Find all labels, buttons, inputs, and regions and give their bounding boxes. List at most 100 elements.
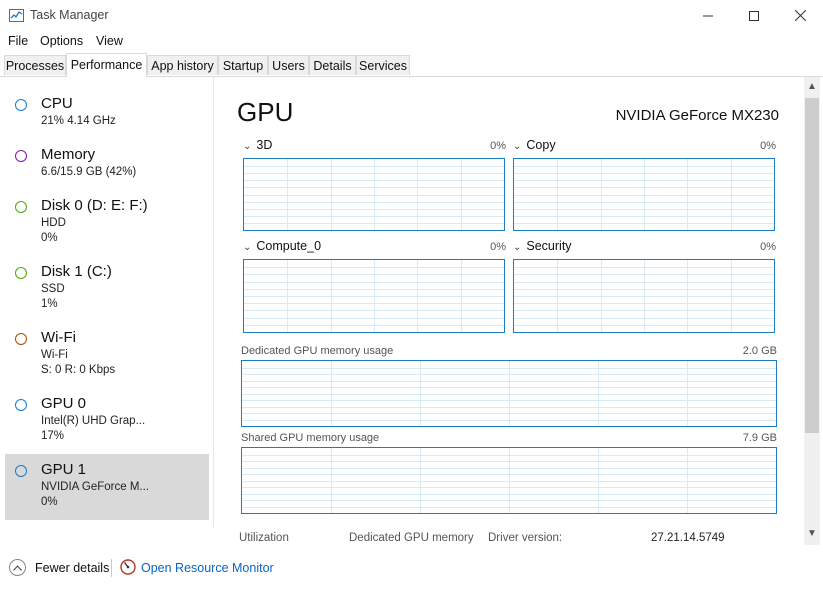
sidebar-item-title: Disk 0 (D: E: F:): [41, 197, 148, 214]
engine-label: 3D: [256, 138, 273, 152]
sidebar-item-cpu[interactable]: CPU 21% 4.14 GHz: [5, 92, 209, 132]
resource-monitor-icon[interactable]: [120, 559, 136, 575]
driver-version-label: Driver version:: [488, 532, 563, 544]
minimize-button[interactable]: [685, 0, 731, 31]
sidebar-item-detail: HDD: [41, 217, 66, 229]
sidebar-item-title: Wi-Fi: [41, 329, 76, 346]
maximize-button[interactable]: [731, 0, 777, 31]
sidebar-item-wifi[interactable]: Wi-Fi Wi-Fi S: 0 R: 0 Kbps: [5, 326, 209, 381]
menu-options[interactable]: Options: [40, 34, 83, 48]
menu-file[interactable]: File: [8, 34, 28, 48]
sidebar-item-value: 0%: [41, 496, 58, 508]
sidebar-item-title: Memory: [41, 146, 96, 163]
tab-users[interactable]: Users: [268, 55, 309, 75]
disk-indicator-icon: [15, 267, 27, 279]
footer-bar: Fewer details Open Resource Monitor: [0, 552, 823, 582]
gpu-indicator-icon: [15, 399, 27, 411]
sidebar-item-value: 17%: [41, 430, 65, 442]
disk-indicator-icon: [15, 201, 27, 213]
graph-grid: [242, 361, 776, 426]
scroll-up-arrow-icon[interactable]: ▲: [804, 81, 820, 95]
close-button[interactable]: [777, 0, 823, 31]
window-title: Task Manager: [30, 8, 109, 22]
title-bar: Task Manager: [0, 0, 823, 31]
sidebar-item-gpu-1[interactable]: GPU 1 NVIDIA GeForce M... 0%: [5, 454, 209, 520]
engine-value: 0%: [760, 241, 776, 253]
engine-label: Copy: [526, 138, 556, 152]
tab-details[interactable]: Details: [309, 55, 356, 75]
menu-bar: File Options View: [0, 31, 823, 51]
task-manager-icon: [9, 9, 24, 22]
sidebar-item-detail: Intel(R) UHD Grap...: [41, 415, 146, 427]
gpu-device-name: NVIDIA GeForce MX230: [615, 107, 779, 124]
sidebar-item-title: GPU 0: [41, 395, 87, 412]
engine-selector-3d[interactable]: ⌄ 3D: [243, 138, 272, 152]
engine-value: 0%: [490, 241, 506, 253]
graph-grid: [244, 159, 504, 230]
chevron-down-icon: ⌄: [243, 141, 252, 152]
page-title: GPU: [237, 97, 294, 127]
sidebar-item-detail: SSD: [41, 283, 65, 295]
sidebar-item-memory[interactable]: Memory 6.6/15.9 GB (42%): [5, 143, 209, 183]
shared-memory-value: 7.9 GB: [742, 432, 777, 444]
vertical-scrollbar[interactable]: ▲ ▼: [804, 77, 820, 545]
dedicated-memory-value: 2.0 GB: [742, 345, 777, 357]
sidebar-item-title: CPU: [41, 95, 73, 112]
sidebar-item-value: S: 0 R: 0 Kbps: [41, 364, 116, 376]
engine-selector-compute[interactable]: ⌄ Compute_0: [243, 239, 321, 253]
engine-graph-compute: [243, 259, 505, 333]
sidebar-item-title: Disk 1 (C:): [41, 263, 112, 280]
gpu-indicator-icon: [15, 465, 27, 477]
tab-processes[interactable]: Processes: [4, 55, 66, 75]
sidebar-item-gpu-0[interactable]: GPU 0 Intel(R) UHD Grap... 17%: [5, 392, 209, 447]
sidebar-item-detail: NVIDIA GeForce M...: [41, 481, 149, 493]
close-icon: [794, 10, 806, 21]
chevron-up-icon[interactable]: [9, 559, 26, 576]
wifi-indicator-icon: [15, 333, 27, 345]
open-resource-monitor-link[interactable]: Open Resource Monitor: [141, 561, 274, 575]
engine-selector-copy[interactable]: ⌄ Copy: [513, 138, 556, 152]
scroll-down-arrow-icon[interactable]: ▼: [804, 528, 820, 542]
shared-memory-graph: [241, 447, 777, 514]
tab-bar: Processes Performance App history Startu…: [0, 53, 823, 77]
dedicated-memory-label: Dedicated GPU memory usage: [241, 345, 394, 357]
chevron-down-icon: ⌄: [513, 242, 522, 253]
menu-view[interactable]: View: [96, 34, 123, 48]
tab-services[interactable]: Services: [356, 55, 410, 75]
sidebar-item-detail: 6.6/15.9 GB (42%): [41, 166, 137, 178]
driver-version-value: 27.21.14.5749: [651, 532, 725, 544]
dedicated-memory-stat-label: Dedicated GPU memory: [349, 532, 474, 544]
graph-grid: [242, 448, 776, 513]
sidebar-item-disk-0[interactable]: Disk 0 (D: E: F:) HDD 0%: [5, 194, 209, 249]
maximize-icon: [749, 10, 759, 21]
graph-grid: [514, 159, 774, 230]
tab-startup[interactable]: Startup: [218, 55, 268, 75]
minimize-icon: [703, 15, 713, 16]
engine-label: Security: [526, 239, 572, 253]
shared-memory-label: Shared GPU memory usage: [241, 432, 380, 444]
cpu-indicator-icon: [15, 99, 27, 111]
tab-performance[interactable]: Performance: [66, 53, 147, 77]
sidebar-item-detail: 21% 4.14 GHz: [41, 115, 116, 127]
sidebar-item-value: 1%: [41, 298, 58, 310]
chevron-down-icon: ⌄: [243, 242, 252, 253]
engine-value: 0%: [490, 140, 506, 152]
graph-grid: [244, 260, 504, 332]
engine-selector-security[interactable]: ⌄ Security: [513, 239, 572, 253]
scroll-thumb[interactable]: [805, 98, 819, 433]
sidebar-item-detail: Wi-Fi: [41, 349, 68, 361]
memory-indicator-icon: [15, 150, 27, 162]
graph-grid: [514, 260, 774, 332]
footer-divider: [111, 559, 112, 577]
performance-sidebar: CPU 21% 4.14 GHz Memory 6.6/15.9 GB (42%…: [0, 77, 214, 527]
engine-graph-3d: [243, 158, 505, 231]
engine-label: Compute_0: [256, 239, 322, 253]
engine-value: 0%: [760, 140, 776, 152]
fewer-details-button[interactable]: Fewer details: [35, 561, 109, 575]
sidebar-item-disk-1[interactable]: Disk 1 (C:) SSD 1%: [5, 260, 209, 315]
chevron-down-icon: ⌄: [513, 141, 522, 152]
utilization-label: Utilization: [239, 532, 289, 544]
sidebar-item-value: 0%: [41, 232, 58, 244]
sidebar-item-title: GPU 1: [41, 461, 87, 478]
tab-app-history[interactable]: App history: [147, 55, 218, 75]
